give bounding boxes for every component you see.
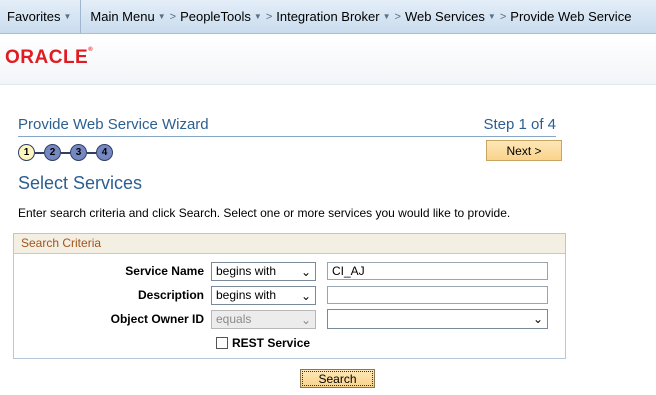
breadcrumb-label[interactable]: Web Services: [405, 9, 485, 24]
search-criteria-panel: Search Criteria Service Name begins with…: [13, 233, 566, 359]
breadcrumb-label[interactable]: Integration Broker: [276, 9, 379, 24]
breadcrumb-separator-icon: >: [169, 10, 177, 23]
breadcrumb-separator-icon: >: [265, 10, 273, 23]
breadcrumb-integration-broker[interactable]: Integration Broker ▼: [276, 9, 390, 24]
chevron-down-icon[interactable]: ▼: [254, 12, 262, 21]
service-name-input[interactable]: CI_AJ: [327, 262, 548, 280]
nav-divider: [80, 0, 82, 33]
instructions-text: Enter search criteria and click Search. …: [18, 206, 511, 220]
step-connector: [35, 151, 44, 154]
rest-service-checkbox[interactable]: [216, 337, 228, 349]
wizard-step-4[interactable]: 4: [96, 144, 113, 161]
chevron-down-icon[interactable]: ▼: [383, 12, 391, 21]
service-name-label: Service Name: [125, 264, 204, 278]
search-button[interactable]: Search: [300, 369, 375, 388]
page-title: Select Services: [18, 173, 143, 193]
service-name-operator-select[interactable]: begins with ⌄: [211, 262, 316, 281]
chevron-down-icon[interactable]: ⌄: [301, 288, 311, 305]
wizard-steps: 1 2 3 4: [18, 144, 113, 161]
chevron-down-icon[interactable]: ▼: [63, 12, 71, 21]
top-navigation-bar: Favorites ▼ Main Menu ▼ > PeopleTools ▼ …: [0, 0, 656, 34]
chevron-down-icon[interactable]: ▼: [488, 12, 496, 21]
breadcrumb-separator-icon: >: [499, 10, 507, 23]
search-criteria-header: Search Criteria: [14, 234, 565, 254]
object-owner-select[interactable]: ⌄: [327, 309, 548, 329]
select-value: equals: [216, 312, 252, 326]
oracle-logo: ORACLE®: [5, 47, 94, 68]
next-button[interactable]: Next >: [486, 140, 562, 161]
object-owner-label: Object Owner ID: [110, 312, 204, 326]
step-connector: [61, 151, 70, 154]
wizard-divider: [18, 136, 556, 137]
select-value: begins with: [216, 264, 277, 278]
favorites-label[interactable]: Favorites: [7, 9, 60, 24]
description-input[interactable]: [327, 286, 548, 304]
description-label: Description: [137, 288, 204, 302]
main-menu-label[interactable]: Main Menu: [90, 9, 154, 24]
wizard-step-1: 1: [18, 144, 35, 161]
main-menu[interactable]: Main Menu ▼: [90, 9, 165, 24]
wizard-step-label: Step 1 of 4: [483, 116, 556, 133]
wizard-title: Provide Web Service Wizard: [18, 116, 209, 133]
breadcrumb-peopletools[interactable]: PeopleTools ▼: [180, 9, 262, 24]
breadcrumb-provide-web-service: Provide Web Service: [510, 9, 631, 24]
breadcrumb-label: Provide Web Service: [510, 9, 632, 24]
select-value: begins with: [216, 288, 277, 302]
breadcrumb-label[interactable]: PeopleTools: [180, 9, 251, 24]
wizard-step-2[interactable]: 2: [44, 144, 61, 161]
chevron-down-icon: ⌄: [300, 313, 311, 327]
page-header: ORACLE®: [0, 34, 656, 85]
wizard-step-3[interactable]: 3: [70, 144, 87, 161]
breadcrumb-web-services[interactable]: Web Services ▼: [405, 9, 496, 24]
favorites-menu[interactable]: Favorites ▼: [7, 9, 71, 24]
step-connector: [87, 151, 96, 154]
breadcrumb-separator-icon: >: [394, 10, 401, 23]
chevron-down-icon[interactable]: ⌄: [301, 264, 311, 281]
object-owner-operator-select: equals ⌄: [211, 310, 316, 329]
chevron-down-icon[interactable]: ⌄: [533, 311, 543, 328]
chevron-down-icon[interactable]: ▼: [158, 12, 166, 21]
rest-service-label[interactable]: REST Service: [232, 336, 310, 350]
description-operator-select[interactable]: begins with ⌄: [211, 286, 316, 305]
